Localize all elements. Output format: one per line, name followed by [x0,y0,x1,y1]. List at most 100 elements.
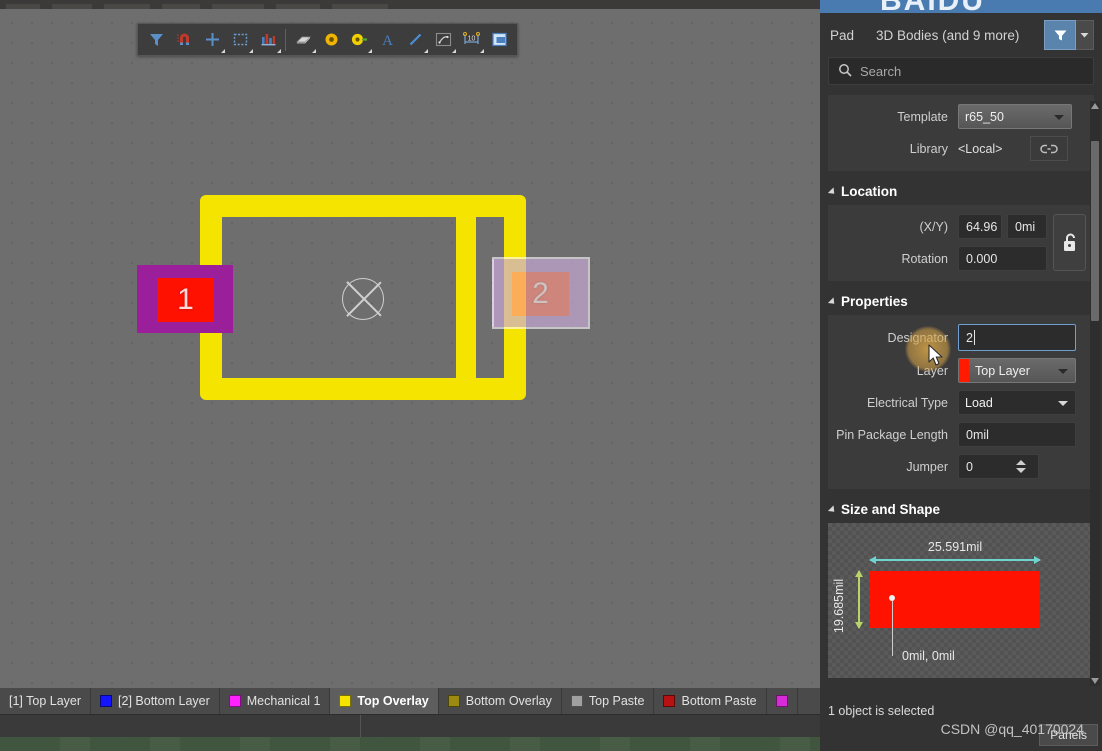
filter-tool-icon[interactable] [142,26,170,54]
layer-tab[interactable]: Top Overlay [330,688,439,714]
x-coordinate-field[interactable]: 64.96 [958,214,1002,239]
template-dropdown[interactable]: r65_50 [958,104,1072,129]
silkscreen-notch[interactable] [456,216,476,380]
jumper-stepper[interactable] [1003,454,1039,479]
layer-tab[interactable]: Top Paste [562,688,655,714]
layer-tab-label: [1] Top Layer [9,694,82,708]
chevron-down-icon [1054,114,1064,120]
electrical-type-dropdown[interactable]: Load [958,390,1076,415]
xy-row: (X/Y) 64.96 0mi [836,214,1047,239]
origin-marker-icon [342,278,384,320]
layer-tab-bar[interactable]: [1] Top Layer [2] Bottom Layer Mechanical … [0,688,820,714]
pad-origin-label: 0mil, 0mil [902,649,955,663]
stepper-up-icon[interactable] [1015,460,1026,465]
properties-section-header[interactable]: Properties [827,294,1102,309]
pad-width-dimension [869,556,1041,564]
via-icon[interactable] [317,26,345,54]
pad-icon[interactable] [345,26,373,54]
layer-tab[interactable]: Mechanical 1 [220,688,331,714]
pad-origin-leader [891,601,893,656]
polygon-pour-icon[interactable] [485,26,513,54]
properties-card: Designator 2 Layer Top Layer Electrical … [828,315,1094,489]
layer-dropdown[interactable]: Top Layer [958,358,1076,383]
svg-text:10: 10 [467,36,475,43]
rotation-row: Rotation 0.000 [836,246,1047,271]
object-scope-label: 3D Bodies (and 9 more) [876,27,1020,43]
library-label: Library [909,141,948,156]
pad-copper: 1 [157,278,214,322]
layer-tab-label: Top Paste [588,694,645,708]
status-bar: 1 object is selected [820,700,1102,722]
layer-tab[interactable] [767,688,798,714]
toolbar-separator [285,28,286,51]
banner-text: BAIDU [880,0,985,13]
arc-icon[interactable] [429,26,457,54]
watermark-text: CSDN @qq_40170024 [940,721,1084,737]
layer-color-swatch [959,359,969,382]
magnet-snap-icon[interactable] [170,26,198,54]
dimension-icon[interactable]: 10 [457,26,485,54]
designator-field[interactable]: 2 [958,324,1076,351]
text-string-icon[interactable]: A [373,26,401,54]
object-kind-label: Pad [830,27,855,43]
component-place-icon[interactable] [254,26,282,54]
top-banner: BAIDU [820,0,1102,13]
designator-row: Designator 2 [836,324,1086,351]
layer-tab[interactable]: [1] Top Layer [0,688,92,714]
layer-color-swatch [775,695,788,707]
scroll-up-arrow-icon[interactable] [1091,103,1099,109]
electrical-type-row: Electrical Type Load [836,390,1086,415]
selection-highlight [492,257,590,329]
y-coordinate-value: 0mi [1015,219,1036,234]
unlock-icon [1064,233,1075,251]
layer-tab[interactable]: Bottom Paste [654,688,767,714]
size-and-shape-section-header[interactable]: Size and Shape [827,502,1102,517]
layer-tab[interactable]: [2] Bottom Layer [91,688,220,714]
line-icon[interactable] [401,26,429,54]
template-value: r65_50 [965,109,1004,124]
properties-panel: Pad 3D Bodies (and 9 more) Search Templa… [820,13,1102,751]
scroll-down-arrow-icon[interactable] [1091,678,1099,684]
pcb-canvas[interactable]: 1 2 A 10 [0,9,820,688]
library-link-button[interactable] [1030,136,1068,161]
x-coordinate-value: 64.96 [966,219,998,234]
layer-color-swatch [570,695,583,707]
search-field[interactable] [828,57,1094,85]
pin-package-length-row: Pin Package Length 0mil [836,422,1086,447]
layer-row: Layer Top Layer [836,358,1086,383]
properties-title: Properties [841,294,908,309]
rotation-field[interactable]: 0.000 [958,246,1047,271]
jumper-field[interactable]: 0 [958,454,1004,479]
pin-package-length-field[interactable]: 0mil [958,422,1076,447]
y-coordinate-field[interactable]: 0mi [1007,214,1047,239]
status-text: 1 object is selected [828,704,935,718]
filter-dropdown-button[interactable] [1076,20,1094,50]
selection-rectangle-icon[interactable] [226,26,254,54]
jumper-label: Jumper [906,459,948,474]
rotation-label: Rotation [901,251,948,266]
layer-tab[interactable]: Bottom Overlay [439,688,562,714]
layer-label: Layer [916,363,948,378]
collapse-triangle-icon [827,186,838,197]
pad-designator-label: 1 [177,283,194,316]
stepper-down-icon[interactable] [1015,468,1026,473]
three-d-body-icon[interactable] [289,26,317,54]
search-input[interactable] [860,63,1084,79]
layer-color-swatch [339,695,352,707]
size-and-shape-title: Size and Shape [841,502,941,517]
layer-tab-label: Bottom Paste [681,694,757,708]
location-section-header[interactable]: Location [827,184,1102,199]
layer-color-swatch [447,695,460,707]
panel-scrollbar[interactable] [1090,101,1100,686]
bottom-strip [0,714,820,738]
filter-control [1044,20,1094,50]
crosshair-place-icon[interactable] [198,26,226,54]
drawing-toolbar: A 10 [137,23,518,56]
layer-tab-label: Top Overlay [357,694,429,708]
layer-tab-label: Mechanical 1 [246,694,321,708]
filter-button[interactable] [1044,20,1076,50]
pcb-pad-1[interactable]: 1 [137,265,233,333]
lock-toggle-button[interactable] [1053,214,1086,271]
scrollbar-thumb[interactable] [1091,141,1099,321]
pad-shape-preview[interactable]: 25.591mil 19.685mil 0mil, 0mil [828,523,1094,678]
